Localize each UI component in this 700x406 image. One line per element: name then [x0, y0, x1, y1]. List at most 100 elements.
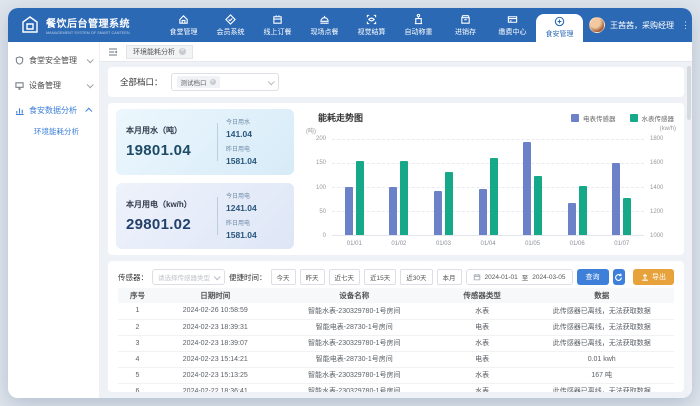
water-title: 本月用水（吨）	[126, 125, 209, 136]
sidebar-item-data-analysis[interactable]: 食安数据分析	[8, 98, 99, 123]
right-axis-unit: (kw/h)	[660, 126, 676, 132]
x-axis-labels: 01/0101/0201/0301/0401/0501/0601/07	[332, 238, 644, 249]
power-stat-card: 本月用电（kw/h） 29801.02 今日用电 1241.04 昨日用电 15…	[116, 183, 294, 249]
app-title: 餐饮后台管理系统	[46, 15, 134, 30]
nav-item-food-safety[interactable]: 食安管理	[536, 14, 583, 42]
chart-bar	[356, 161, 364, 235]
main-area: 环境能耗分析 × 全部档口： 测试档口 ×	[100, 42, 692, 398]
chart-bar	[579, 186, 587, 235]
device-icon	[15, 81, 24, 90]
power-title: 本月用电（kw/h）	[126, 199, 209, 210]
search-button[interactable]: 查询	[577, 269, 609, 285]
chevron-up-icon	[85, 108, 92, 115]
nav-item-member[interactable]: 会员系统	[207, 8, 254, 42]
scrollbar-thumb[interactable]	[687, 66, 691, 120]
collapse-sidebar-icon[interactable]	[108, 47, 118, 57]
stall-select[interactable]: 测试档口 ×	[171, 73, 279, 91]
sidebar-item-device-management[interactable]: 设备管理	[8, 73, 99, 98]
app-subtitle: MANAGEMENT SYSTEM OF SMART CANTEEN	[46, 30, 130, 35]
chart-bar	[523, 142, 531, 235]
chart-bar	[568, 203, 576, 235]
sensor-data-table: 序号 日期时间 设备名称 传感器类型 数据 12024-02-26 10:58:…	[118, 288, 674, 392]
divider	[217, 197, 218, 235]
dine-in-icon	[319, 14, 330, 25]
sidebar-item-canteen-safety[interactable]: 食堂安全管理	[8, 48, 99, 73]
quick-btn-this-month[interactable]: 本月	[437, 269, 462, 285]
table-row[interactable]: 22024-02-23 18:39:31智能电表-28730-1号房间电表此传感…	[118, 319, 674, 335]
quick-btn-last7days[interactable]: 近七天	[329, 269, 361, 285]
refresh-button[interactable]	[613, 269, 625, 285]
quick-btn-last30days[interactable]: 近30天	[400, 269, 432, 285]
quick-btn-yesterday[interactable]: 昨天	[300, 269, 325, 285]
chevron-down-icon	[214, 273, 221, 280]
water-sub1-label: 今日用水	[226, 117, 284, 126]
export-icon	[641, 273, 649, 281]
table-row[interactable]: 32024-02-23 18:39:07智能水表-230329780-1号房间水…	[118, 335, 674, 351]
chart-bar	[445, 172, 453, 235]
logo-icon	[20, 15, 40, 35]
chart-plot-area: (吨) (kw/h) 200150100500 1800160014001200…	[304, 126, 676, 249]
quick-btn-today[interactable]: 今天	[271, 269, 296, 285]
water-value: 19801.04	[126, 142, 209, 159]
analysis-icon	[15, 106, 24, 115]
sidebar: 食堂安全管理 设备管理 食安数据分析 环境能耗分析	[8, 42, 100, 398]
nav-item-inventory[interactable]: 进销存	[442, 8, 489, 42]
sidebar-subitem-energy-analysis[interactable]: 环境能耗分析	[8, 123, 99, 143]
user-menu[interactable]: 王茜茜，采购经理 ⋮	[583, 8, 692, 42]
chart-bar	[400, 161, 408, 235]
date-separator: 至	[522, 272, 529, 282]
app-body: 食堂安全管理 设备管理 食安数据分析 环境能耗分析	[8, 42, 692, 398]
legend-electric-sensor[interactable]: 电表传感器	[571, 113, 616, 123]
chart-bar	[479, 189, 487, 235]
table-row[interactable]: 62024-02-22 18:36:41智能水表-230329780-1号房间水…	[118, 383, 674, 392]
date-to: 2024-03-05	[532, 274, 565, 281]
inventory-icon	[460, 14, 471, 25]
nav-item-canteen[interactable]: 食堂管理	[160, 8, 207, 42]
bar-group-01/07	[599, 139, 644, 235]
chart-bar	[612, 163, 620, 235]
chevron-down-icon	[87, 81, 94, 88]
chart-bar	[434, 191, 442, 235]
online-order-icon	[272, 14, 283, 25]
power-sub2-label: 昨日用电	[226, 218, 284, 227]
table-row[interactable]: 42024-02-23 15:14:21智能电表-28730-1号房间电表0.0…	[118, 351, 674, 367]
more-options-icon[interactable]: ⋮	[679, 20, 692, 31]
table-row[interactable]: 52024-02-23 15:13:25智能水表-230329780-1号房间水…	[118, 367, 674, 383]
refresh-icon	[614, 273, 623, 282]
chart-bar	[345, 187, 353, 235]
date-from: 2024-01-01	[485, 274, 518, 281]
energy-overview-card: 本月用水（吨） 19801.04 今日用水 141.04 昨日用电 1581.0…	[108, 103, 684, 255]
payment-icon	[507, 14, 518, 25]
app-logo: 餐饮后台管理系统 MANAGEMENT SYSTEM OF SMART CANT…	[8, 8, 160, 42]
vision-checkout-icon	[366, 14, 377, 25]
quick-btn-last15days[interactable]: 近15天	[364, 269, 396, 285]
bar-group-01/06	[555, 139, 600, 235]
legend-water-sensor[interactable]: 水表传感器	[630, 113, 675, 123]
tab-close-icon[interactable]: ×	[179, 48, 186, 55]
chart-bar	[534, 176, 542, 235]
sensor-type-select[interactable]: 请选择传感器类型	[152, 269, 225, 285]
nav-item-vision-checkout[interactable]: 视觉结算	[348, 8, 395, 42]
top-bar: 餐饮后台管理系统 MANAGEMENT SYSTEM OF SMART CANT…	[8, 8, 692, 42]
nav-item-payment[interactable]: 缴费中心	[489, 8, 536, 42]
bar-group-01/03	[421, 139, 466, 235]
export-button[interactable]: 导出	[633, 269, 674, 285]
nav-item-dine-in[interactable]: 现场点餐	[301, 8, 348, 42]
date-range-picker[interactable]: 2024-01-01 至 2024-03-05	[466, 269, 573, 285]
nav-item-auto-weigh[interactable]: 自动称重	[395, 8, 442, 42]
user-name: 王茜茜，采购经理	[610, 20, 674, 31]
chart-bar	[490, 158, 498, 235]
vertical-scrollbar[interactable]	[687, 64, 691, 395]
power-sub1-label: 今日用电	[226, 191, 284, 200]
auto-weigh-icon	[413, 14, 424, 25]
divider	[217, 123, 218, 161]
table-row[interactable]: 12024-02-26 10:58:59智能水表-230329780-1号房间水…	[118, 303, 674, 319]
tag-close-icon[interactable]: ×	[210, 79, 216, 85]
sensor-filter-label: 传感器：	[118, 272, 148, 283]
chart-bar	[623, 198, 631, 235]
nav-item-online-order[interactable]: 线上订餐	[254, 8, 301, 42]
page-content: 全部档口： 测试档口 × 本月用水（吨）	[100, 62, 692, 398]
bar-group-01/02	[377, 139, 422, 235]
water-sub1-value: 141.04	[226, 129, 284, 139]
tab-energy-analysis[interactable]: 环境能耗分析 ×	[126, 45, 193, 59]
